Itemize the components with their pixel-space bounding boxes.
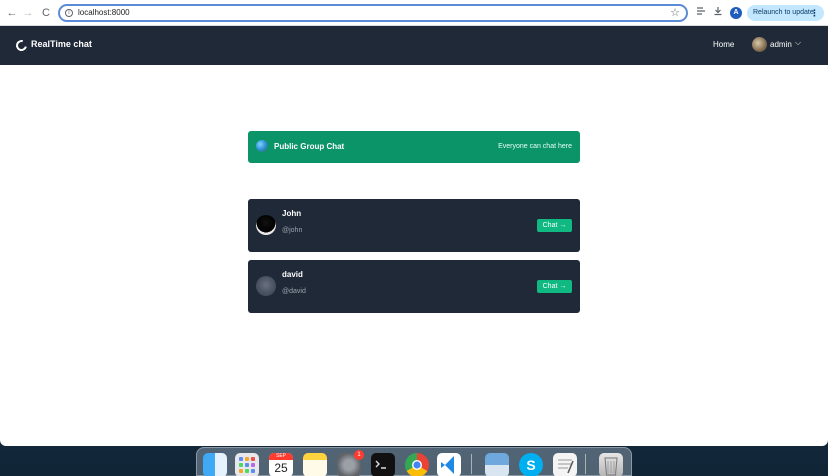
calendar-month: SEP: [269, 453, 293, 460]
address-bar[interactable]: i localhost:8000 ☆: [58, 4, 688, 22]
reload-icon[interactable]: C: [38, 5, 54, 21]
notification-badge: 1: [354, 450, 364, 460]
user-avatar[interactable]: [752, 37, 767, 52]
textedit-icon[interactable]: [553, 453, 577, 476]
user-handle: @david: [282, 288, 306, 295]
trash-icon[interactable]: [599, 453, 623, 476]
terminal-icon[interactable]: [371, 453, 395, 476]
launchpad-icon[interactable]: [235, 453, 259, 476]
back-arrow-icon[interactable]: ←: [4, 5, 20, 21]
macos-dock: SEP 25 1 S: [196, 447, 632, 476]
reading-mode-icon[interactable]: [694, 6, 708, 20]
chat-button-david[interactable]: Chat →: [537, 280, 572, 293]
chat-button-john[interactable]: Chat →: [537, 219, 572, 232]
svg-text:S: S: [526, 457, 535, 473]
globe-icon: [256, 140, 268, 152]
user-card-john: John @john Chat →: [248, 199, 580, 252]
notes-icon[interactable]: [303, 453, 327, 476]
site-info-icon[interactable]: i: [65, 9, 73, 17]
preview-icon[interactable]: [485, 453, 509, 476]
chevron-down-icon[interactable]: ⌵: [795, 38, 801, 48]
dock-separator: [471, 454, 472, 474]
brand-name[interactable]: RealTime chat: [31, 39, 92, 49]
skype-icon[interactable]: S: [519, 453, 543, 476]
group-chat-subtitle: Everyone can chat here: [498, 143, 572, 150]
finder-icon[interactable]: [203, 453, 227, 476]
user-card-david: david @david Chat →: [248, 260, 580, 313]
brand-logo-icon[interactable]: [13, 37, 30, 54]
browser-window: ← → C i localhost:8000 ☆ A Relaunch to u…: [0, 0, 828, 446]
forward-arrow-icon[interactable]: →: [20, 5, 36, 21]
calendar-icon[interactable]: SEP 25: [269, 453, 293, 476]
app-navbar: RealTime chat Home admin ⌵: [0, 26, 828, 65]
user-name: david: [282, 270, 303, 279]
avatar: [256, 276, 276, 296]
user-name: John: [282, 209, 302, 218]
url-text[interactable]: localhost:8000: [78, 8, 130, 17]
browser-toolbar: ← → C i localhost:8000 ☆ A Relaunch to u…: [0, 0, 828, 26]
chrome-icon[interactable]: [405, 453, 429, 476]
browser-menu-icon[interactable]: ⋮: [810, 5, 819, 21]
dock-separator: [585, 454, 586, 474]
avatar: [256, 215, 276, 235]
calendar-day: 25: [274, 461, 288, 475]
user-handle: @john: [282, 227, 303, 234]
relaunch-label: Relaunch to update: [753, 9, 814, 16]
bookmark-star-icon[interactable]: ☆: [670, 6, 680, 19]
public-group-chat-card[interactable]: Public Group Chat Everyone can chat here: [248, 131, 580, 163]
nav-home-link[interactable]: Home: [713, 40, 734, 49]
vscode-icon[interactable]: [437, 453, 461, 476]
profile-avatar[interactable]: A: [730, 7, 742, 19]
group-chat-title: Public Group Chat: [274, 142, 345, 151]
download-icon[interactable]: [711, 6, 725, 20]
user-menu-name[interactable]: admin: [770, 40, 792, 49]
relaunch-to-update-button[interactable]: Relaunch to update ⋮: [747, 5, 824, 21]
system-settings-icon[interactable]: 1: [337, 450, 364, 476]
